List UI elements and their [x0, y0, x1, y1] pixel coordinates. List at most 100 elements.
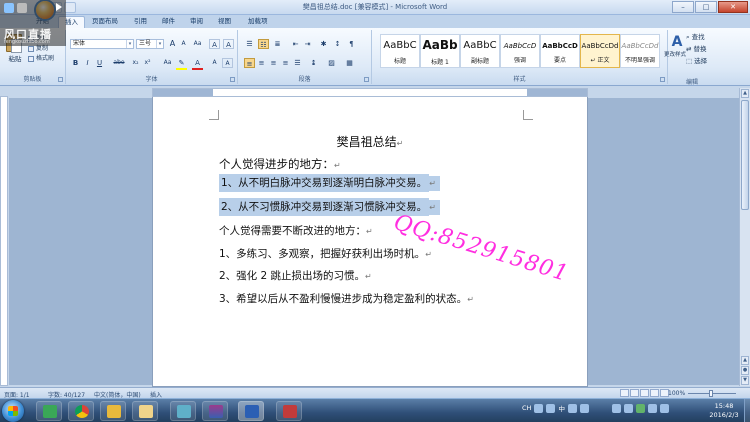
shrink-font-button[interactable]: A: [178, 39, 189, 49]
prev-page-button[interactable]: ▲: [741, 356, 749, 365]
tray-icon[interactable]: [546, 403, 556, 413]
chinese-layout-icon[interactable]: ✱: [318, 39, 329, 49]
font-color-button[interactable]: A: [192, 58, 203, 68]
char-border-button[interactable]: A: [223, 39, 234, 49]
borders-icon[interactable]: ▦: [344, 58, 355, 68]
style-subtitle[interactable]: AaBbC 副标题: [460, 34, 500, 68]
paragraph-launcher[interactable]: [364, 77, 369, 82]
scroll-up-button[interactable]: ▲: [741, 89, 749, 98]
distributed-icon[interactable]: ☰: [292, 58, 303, 68]
minimize-button[interactable]: –: [672, 1, 694, 13]
ime-mode[interactable]: 中: [558, 403, 565, 413]
taskbar-explorer[interactable]: [132, 401, 158, 421]
browse-object-button[interactable]: ●: [741, 366, 749, 375]
line-spacing-icon[interactable]: ↨: [308, 58, 319, 68]
strikethrough-button[interactable]: abe: [110, 58, 128, 68]
style-heading1[interactable]: AaBb 标题 1: [420, 34, 460, 68]
format-painter-button[interactable]: 格式刷: [28, 54, 54, 63]
enclose-char-button[interactable]: A: [222, 58, 233, 68]
char-shading-button[interactable]: A: [209, 58, 220, 68]
taskbar-app[interactable]: [100, 401, 126, 421]
font-size-combo[interactable]: 三号 ▾: [136, 39, 164, 49]
style-normal[interactable]: AaBbCcDd ↵ 正文: [580, 34, 620, 68]
replace-button[interactable]: ⇄ 替换: [686, 44, 706, 54]
close-button[interactable]: ✕: [718, 1, 748, 13]
align-right-icon[interactable]: ≡: [268, 58, 279, 68]
grow-font-button[interactable]: A: [167, 39, 178, 49]
tab-view[interactable]: 视图: [212, 16, 237, 28]
highlight-button[interactable]: ✎: [176, 58, 187, 68]
bullets-icon[interactable]: ☰: [244, 39, 255, 49]
doc-line: 1、多练习、多观察，把握好获利出场时机。↵: [219, 246, 432, 261]
tab-review[interactable]: 审阅: [184, 16, 209, 28]
taskbar-clock[interactable]: 15:48 2016/2/3: [704, 402, 744, 420]
align-left-icon[interactable]: ≡: [244, 58, 255, 68]
maximize-button[interactable]: □: [695, 1, 717, 13]
style-subtle-emphasis[interactable]: AaBbCcDd 不明显强调: [620, 34, 660, 68]
system-tray: CH 中: [522, 403, 669, 413]
shading-icon[interactable]: ▨: [326, 58, 337, 68]
decrease-indent-icon[interactable]: ⇤: [290, 39, 301, 49]
network-icon[interactable]: [611, 403, 621, 413]
taskbar-app[interactable]: [36, 401, 62, 421]
taskbar-winrar[interactable]: [202, 401, 228, 421]
vertical-scrollbar[interactable]: ▲ ▲ ● ▼: [739, 88, 750, 386]
ime-indicator[interactable]: CH: [522, 404, 531, 412]
change-styles-button[interactable]: A 更改样式: [664, 34, 686, 66]
taskbar-app[interactable]: [170, 401, 196, 421]
tray-icon[interactable]: [579, 403, 589, 413]
tab-mailings[interactable]: 邮件: [156, 16, 181, 28]
taskbar-app[interactable]: [276, 401, 302, 421]
tab-addins[interactable]: 加载项: [242, 16, 274, 28]
increase-indent-icon[interactable]: ⇥: [302, 39, 313, 49]
clear-format-button[interactable]: A: [209, 39, 220, 49]
taskbar-chrome[interactable]: [68, 401, 94, 421]
volume-icon[interactable]: [623, 403, 633, 413]
horizontal-ruler[interactable]: [152, 88, 588, 97]
clipboard-launcher[interactable]: [58, 77, 63, 82]
paragraph-mark: ↵: [365, 272, 372, 281]
italic-button[interactable]: I: [82, 58, 93, 68]
style-emphasis[interactable]: AaBbCcD 强调: [500, 34, 540, 68]
print-layout-view-icon[interactable]: [620, 389, 629, 397]
line-text: 个人觉得需要不断改进的地方：: [219, 225, 366, 237]
bold-button[interactable]: B: [70, 58, 81, 68]
underline-button[interactable]: U: [94, 58, 105, 68]
tray-icon[interactable]: [567, 403, 577, 413]
style-title[interactable]: AaBbC 标题: [380, 34, 420, 68]
font-launcher[interactable]: [230, 77, 235, 82]
select-button[interactable]: ⬚ 选择: [686, 56, 707, 66]
taskbar-word[interactable]: [238, 401, 264, 421]
scroll-thumb[interactable]: [741, 100, 749, 210]
numbering-icon[interactable]: ☷: [258, 39, 269, 49]
tray-icon[interactable]: [534, 403, 544, 413]
align-center-icon[interactable]: ≡: [256, 58, 267, 68]
font-name-combo[interactable]: 宋体 ▾: [70, 39, 134, 49]
security-icon[interactable]: [635, 403, 645, 413]
next-page-button[interactable]: ▼: [741, 376, 749, 385]
find-button[interactable]: ⌕ 查找: [686, 32, 705, 42]
speaker-icon[interactable]: [659, 403, 669, 413]
change-case-button[interactable]: Aa: [192, 39, 203, 49]
multilevel-list-icon[interactable]: ≣: [272, 39, 283, 49]
sort-icon[interactable]: ↕: [332, 39, 343, 49]
text-effects-button[interactable]: Aa: [162, 58, 173, 68]
show-marks-icon[interactable]: ¶: [346, 39, 357, 49]
subscript-button[interactable]: x₂: [130, 58, 141, 68]
outline-view-icon[interactable]: [650, 389, 659, 397]
tab-page-layout[interactable]: 页面布局: [86, 16, 124, 28]
superscript-button[interactable]: x²: [142, 58, 153, 68]
stream-logo-overlay: 风口直播 fengkouzhibo.com: [0, 0, 66, 46]
full-screen-view-icon[interactable]: [630, 389, 639, 397]
document-page[interactable]: 樊昌祖总结↵ 个人觉得进步的地方：↵ 1、从不明白脉冲交易到逐渐明白脉冲交易。 ↵…: [152, 89, 588, 387]
styles-launcher[interactable]: [660, 77, 665, 82]
start-button[interactable]: [2, 400, 24, 422]
zoom-slider-knob[interactable]: [709, 390, 713, 397]
zoom-level[interactable]: 100%: [668, 390, 685, 397]
style-strong[interactable]: AaBbCcD 要点: [540, 34, 580, 68]
show-desktop-button[interactable]: [744, 399, 750, 422]
flag-icon[interactable]: [647, 403, 657, 413]
justify-icon[interactable]: ≡: [280, 58, 291, 68]
web-layout-view-icon[interactable]: [640, 389, 649, 397]
tab-references[interactable]: 引用: [128, 16, 153, 28]
